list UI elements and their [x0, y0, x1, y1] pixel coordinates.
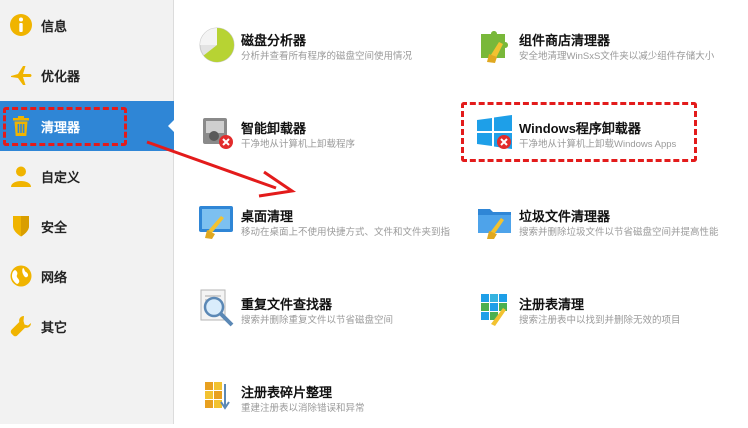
sidebar-item-other[interactable]: 其它 [0, 301, 174, 351]
desktop-broom-icon [197, 200, 237, 240]
sidebar-item-label: 安全 [41, 219, 68, 235]
sidebar-item-label: 信息 [41, 18, 68, 34]
tool-description: 安全地清理WinSxS文件夹以减少组件存储大小 [519, 51, 715, 62]
user-icon [9, 164, 33, 188]
magnifier-document-icon [197, 288, 237, 328]
tool-description: 重建注册表以消除错误和异常 [241, 403, 365, 414]
tool-title: 注册表清理 [519, 297, 585, 312]
tool-title: 垃圾文件清理器 [519, 209, 611, 224]
puzzle-broom-icon [475, 24, 515, 64]
airplane-icon [9, 63, 33, 87]
tool-description: 搜索并删除垃圾文件以节省磁盘空间并提高性能 [519, 227, 719, 238]
folder-broom-icon [475, 200, 515, 240]
registry-defrag-icon [197, 376, 237, 416]
registry-broom-icon [475, 288, 515, 328]
tool-title: 智能卸载器 [241, 121, 307, 136]
sidebar-item-label: 其它 [41, 319, 68, 335]
tool-windows-app-uninstaller[interactable]: Windows程序卸载器 干净地从计算机上卸载Windows Apps [475, 112, 745, 164]
tool-disk-analyzer[interactable]: 磁盘分析器 分析并查看所有程序的磁盘空间使用情况 [197, 24, 467, 76]
sidebar-item-label: 优化器 [41, 68, 81, 84]
shield-icon [9, 214, 33, 238]
tool-component-store-cleaner[interactable]: 组件商店清理器 安全地清理WinSxS文件夹以减少组件存储大小 [475, 24, 745, 76]
windows-uninstall-icon [475, 112, 515, 152]
tool-description: 干净地从计算机上卸载程序 [241, 139, 356, 150]
sidebar-item-label: 网络 [41, 269, 68, 285]
pie-chart-icon [197, 24, 237, 64]
tool-title: Windows程序卸载器 [519, 121, 641, 136]
tool-title: 桌面清理 [241, 209, 294, 224]
tool-description: 干净地从计算机上卸载Windows Apps [519, 139, 677, 150]
sidebar-item-customize[interactable]: 自定义 [0, 151, 174, 201]
tool-desktop-cleanup[interactable]: 桌面清理 移动在桌面上不使用快捷方式、文件和文件夹到指 [197, 200, 467, 252]
tool-title: 组件商店清理器 [519, 33, 611, 48]
tool-description: 搜索注册表中以找到并删除无效的项目 [519, 315, 681, 326]
tool-registry-defrag[interactable]: 注册表碎片整理 重建注册表以消除错误和异常 [197, 376, 467, 428]
sidebar-item-cleaner[interactable]: 清理器 [0, 101, 175, 151]
trash-icon [9, 114, 33, 138]
tools-panel: 磁盘分析器 分析并查看所有程序的磁盘空间使用情况 组件商店清理器 安全地清理Wi… [175, 0, 748, 424]
tool-title: 磁盘分析器 [241, 33, 307, 48]
tool-duplicate-file-finder[interactable]: 重复文件查找器 搜索并删除重复文件以节省磁盘空间 [197, 288, 467, 340]
tool-description: 移动在桌面上不使用快捷方式、文件和文件夹到指 [241, 227, 451, 238]
sidebar-item-security[interactable]: 安全 [0, 201, 174, 251]
tool-title: 注册表碎片整理 [241, 385, 333, 400]
sidebar-item-optimizer[interactable]: 优化器 [0, 50, 174, 100]
tool-junk-file-cleaner[interactable]: 垃圾文件清理器 搜索并删除垃圾文件以节省磁盘空间并提高性能 [475, 200, 745, 252]
tool-title: 重复文件查找器 [241, 297, 333, 312]
tool-smart-uninstaller[interactable]: 智能卸载器 干净地从计算机上卸载程序 [197, 112, 467, 164]
tool-description: 搜索并删除重复文件以节省磁盘空间 [241, 315, 394, 326]
tool-registry-cleaner[interactable]: 注册表清理 搜索注册表中以找到并删除无效的项目 [475, 288, 745, 340]
sidebar-item-label: 自定义 [41, 169, 81, 185]
active-indicator [168, 119, 175, 133]
wrench-icon [9, 314, 33, 338]
info-icon [9, 13, 33, 37]
sidebar: 信息 优化器 清理器 自定义 安全 网络 其它 [0, 0, 175, 424]
smart-uninstaller-icon [197, 112, 237, 152]
sidebar-item-network[interactable]: 网络 [0, 251, 174, 301]
sidebar-item-info[interactable]: 信息 [0, 0, 174, 50]
tool-description: 分析并查看所有程序的磁盘空间使用情况 [241, 51, 413, 62]
globe-icon [9, 264, 33, 288]
sidebar-item-label: 清理器 [41, 119, 81, 135]
